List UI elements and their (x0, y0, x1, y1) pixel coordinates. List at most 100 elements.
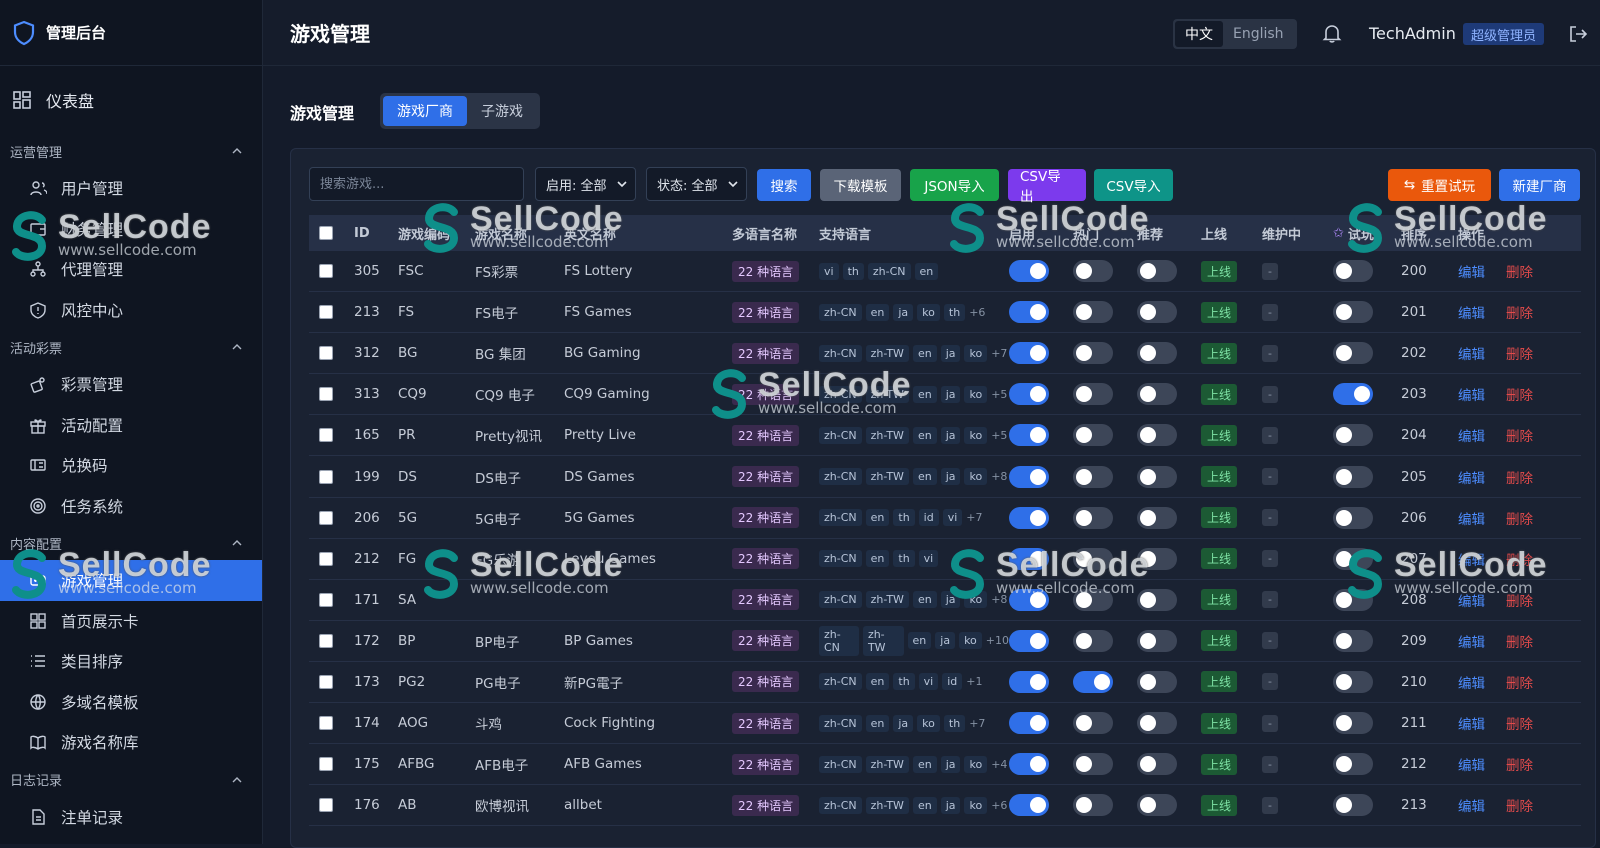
trial-toggle[interactable] (1333, 424, 1373, 447)
edit-link[interactable]: 编辑 (1458, 795, 1485, 815)
enable-toggle[interactable] (1009, 753, 1049, 776)
recommend-toggle[interactable] (1137, 260, 1177, 283)
tab-subgames[interactable]: 子游戏 (467, 96, 537, 126)
trial-toggle[interactable] (1333, 301, 1373, 324)
row-checkbox[interactable] (319, 674, 333, 689)
enable-toggle[interactable] (1009, 465, 1049, 488)
recommend-toggle[interactable] (1137, 794, 1177, 817)
trial-toggle[interactable] (1333, 506, 1373, 529)
header-cell[interactable]: 英文名称 (564, 224, 732, 243)
select-all-checkbox[interactable] (319, 226, 333, 240)
enable-toggle[interactable] (1009, 342, 1049, 365)
row-checkbox[interactable] (319, 387, 333, 402)
header-cell[interactable]: 游戏编码 (398, 224, 475, 243)
row-checkbox[interactable] (319, 551, 333, 566)
row-checkbox[interactable] (319, 716, 333, 731)
recommend-toggle[interactable] (1137, 712, 1177, 735)
trial-toggle[interactable] (1333, 712, 1373, 735)
delete-link[interactable]: 删除 (1506, 590, 1533, 610)
row-checkbox[interactable] (319, 798, 333, 813)
search-button[interactable]: 搜索 (757, 169, 811, 201)
edit-link[interactable]: 编辑 (1458, 631, 1485, 651)
row-checkbox[interactable] (319, 510, 333, 525)
recommend-toggle[interactable] (1137, 383, 1177, 406)
bell-icon[interactable] (1321, 22, 1343, 44)
edit-link[interactable]: 编辑 (1458, 343, 1485, 363)
trial-toggle[interactable] (1333, 383, 1373, 406)
trial-toggle[interactable] (1333, 465, 1373, 488)
edit-link[interactable]: 编辑 (1458, 508, 1485, 528)
multilang-badge[interactable]: 22 种语言 (732, 383, 800, 405)
sidebar-item-bet-records[interactable]: 注单记录 (0, 797, 262, 838)
enable-filter-select[interactable]: 启用: 全部 (535, 167, 636, 201)
delete-link[interactable]: 删除 (1506, 302, 1533, 322)
enable-toggle[interactable] (1009, 547, 1049, 570)
hot-toggle[interactable] (1073, 629, 1113, 652)
hot-toggle[interactable] (1073, 588, 1113, 611)
delete-link[interactable]: 删除 (1506, 343, 1533, 363)
multilang-badge[interactable]: 22 种语言 (732, 712, 800, 734)
trial-toggle[interactable] (1333, 260, 1373, 283)
hot-toggle[interactable] (1073, 301, 1113, 324)
hot-toggle[interactable] (1073, 753, 1113, 776)
hot-toggle[interactable] (1073, 670, 1113, 693)
edit-link[interactable]: 编辑 (1458, 549, 1485, 569)
csv-import-button[interactable]: CSV导入 (1094, 169, 1173, 201)
search-input[interactable] (309, 167, 524, 201)
edit-link[interactable]: 编辑 (1458, 384, 1485, 404)
trial-toggle[interactable] (1333, 670, 1373, 693)
row-checkbox[interactable] (319, 346, 333, 361)
row-checkbox[interactable] (319, 592, 333, 607)
multilang-badge[interactable]: 22 种语言 (732, 548, 800, 570)
user-name[interactable]: TechAdmin (1369, 24, 1456, 43)
json-import-button[interactable]: JSON导入 (910, 169, 999, 201)
sidebar-section-header[interactable]: 活动彩票 (0, 330, 262, 364)
sidebar-section-header[interactable]: 日志记录 (0, 763, 262, 797)
hot-toggle[interactable] (1073, 712, 1113, 735)
hot-toggle[interactable] (1073, 383, 1113, 406)
sidebar-item-finance[interactable]: 财务管理 (0, 209, 262, 250)
delete-link[interactable]: 删除 (1506, 467, 1533, 487)
sidebar-item-redeem-codes[interactable]: 兑换码 (0, 445, 262, 486)
edit-link[interactable]: 编辑 (1458, 467, 1485, 487)
sidebar-item-lottery[interactable]: 彩票管理 (0, 364, 262, 405)
sidebar-item-activities[interactable]: 活动配置 (0, 405, 262, 446)
delete-link[interactable]: 删除 (1506, 425, 1533, 445)
sidebar-item-users[interactable]: 用户管理 (0, 168, 262, 209)
recommend-toggle[interactable] (1137, 753, 1177, 776)
sidebar-section-header[interactable]: 运营管理 (0, 134, 262, 168)
recommend-toggle[interactable] (1137, 629, 1177, 652)
hot-toggle[interactable] (1073, 794, 1113, 817)
edit-link[interactable]: 编辑 (1458, 754, 1485, 774)
sidebar-item-category-sort[interactable]: 类目排序 (0, 641, 262, 682)
sidebar-item-agents[interactable]: 代理管理 (0, 249, 262, 290)
delete-link[interactable]: 删除 (1506, 261, 1533, 281)
recommend-toggle[interactable] (1137, 342, 1177, 365)
enable-toggle[interactable] (1009, 670, 1049, 693)
multilang-badge[interactable]: 22 种语言 (732, 671, 800, 693)
sidebar-item-home-cards[interactable]: 首页展示卡 (0, 601, 262, 642)
trial-toggle[interactable] (1333, 794, 1373, 817)
header-cell[interactable]: 游戏名称 (475, 224, 564, 243)
tab-vendors[interactable]: 游戏厂商 (383, 96, 467, 126)
enable-toggle[interactable] (1009, 424, 1049, 447)
edit-link[interactable]: 编辑 (1458, 425, 1485, 445)
header-cell[interactable]: ID (354, 226, 398, 241)
download-template-button[interactable]: 下载模板 (820, 169, 901, 201)
row-checkbox[interactable] (319, 264, 333, 279)
multilang-badge[interactable]: 22 种语言 (732, 794, 800, 816)
recommend-toggle[interactable] (1137, 547, 1177, 570)
edit-link[interactable]: 编辑 (1458, 302, 1485, 322)
enable-toggle[interactable] (1009, 383, 1049, 406)
hot-toggle[interactable] (1073, 342, 1113, 365)
trial-toggle[interactable] (1333, 753, 1373, 776)
recommend-toggle[interactable] (1137, 588, 1177, 611)
lang-zh-button[interactable]: 中文 (1175, 21, 1223, 47)
row-checkbox[interactable] (319, 305, 333, 320)
row-checkbox[interactable] (319, 633, 333, 648)
logout-icon[interactable] (1568, 24, 1588, 44)
multilang-badge[interactable]: 22 种语言 (732, 630, 800, 652)
trial-toggle[interactable] (1333, 547, 1373, 570)
row-checkbox[interactable] (319, 469, 333, 484)
recommend-toggle[interactable] (1137, 465, 1177, 488)
